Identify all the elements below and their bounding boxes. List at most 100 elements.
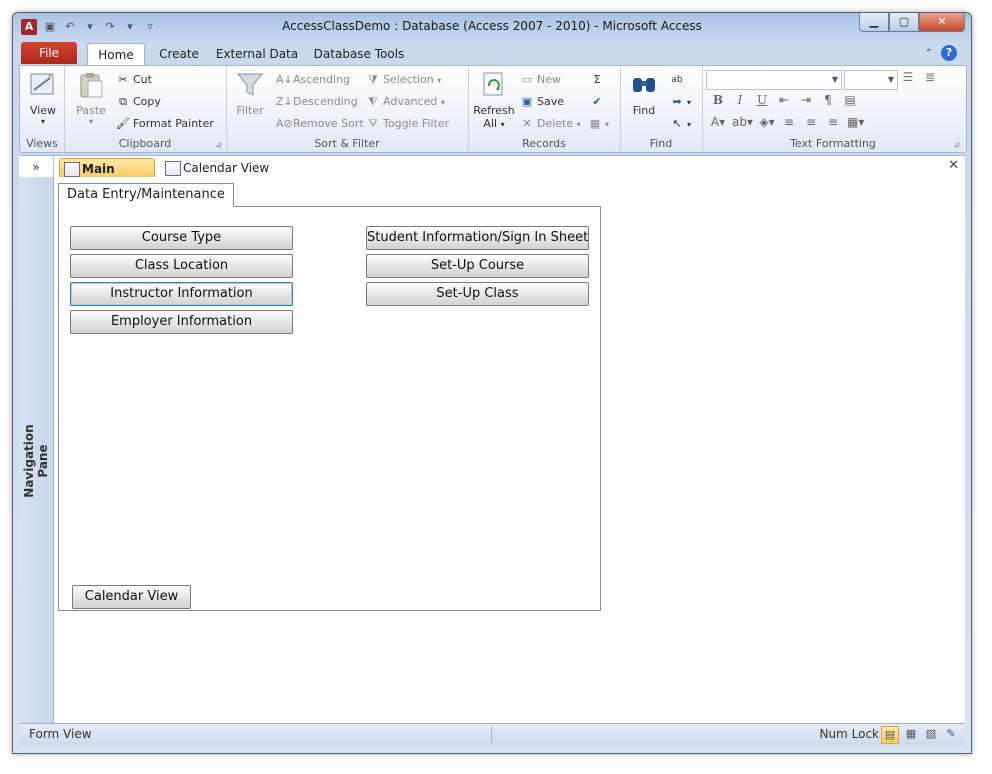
set-up-class-button[interactable]: Set-Up Class xyxy=(366,282,589,306)
align-right-icon[interactable]: ≡ xyxy=(825,115,841,129)
funnel-icon xyxy=(235,70,265,100)
close-button[interactable]: ✕ xyxy=(919,13,965,32)
form-icon xyxy=(165,161,181,176)
advanced-button[interactable]: ⧨ Advanced ▾ xyxy=(366,93,445,111)
window-title: AccessClassDemo : Database (Access 2007 … xyxy=(282,19,702,33)
tab-create[interactable]: Create xyxy=(149,43,209,65)
sort-ascending-icon: A↓ xyxy=(276,73,293,86)
view-switcher: ▤ ▦ ▧ ✎ xyxy=(881,726,959,744)
bullets-icon[interactable]: ☰ xyxy=(900,70,916,84)
toggle-filter-button[interactable]: ⛛ Toggle Filter xyxy=(366,115,449,133)
status-bar: Form View Num Lock ▤ ▦ ▧ ✎ xyxy=(19,723,965,746)
totals-button[interactable]: Σ xyxy=(590,71,607,89)
more-button[interactable]: ▦ ▾ xyxy=(588,115,609,133)
tab-home[interactable]: Home xyxy=(87,43,145,66)
format-painter-button[interactable]: 🖌 Format Painter xyxy=(116,115,214,133)
chevron-down-icon: ▼ xyxy=(831,75,838,84)
cut-button[interactable]: ✂ Cut xyxy=(116,71,152,89)
status-view-mode: Form View xyxy=(29,727,92,741)
selection-button[interactable]: ⧩ Selection ▾ xyxy=(366,71,441,89)
window-controls: ▁ ▢ ✕ xyxy=(859,13,965,32)
group-label-views: Views xyxy=(26,137,58,150)
font-name-combo[interactable]: ▼ xyxy=(706,70,842,90)
doc-tab-calendar-view[interactable]: Calendar View xyxy=(161,158,283,178)
doc-tab-main-menu[interactable]: Main Menu xyxy=(59,158,155,196)
instructor-information-button[interactable]: Instructor Information xyxy=(70,282,293,306)
set-up-course-button[interactable]: Set-Up Course xyxy=(366,254,589,278)
paste-icon xyxy=(76,70,106,100)
student-information-button[interactable]: Student Information/Sign In Sheet xyxy=(366,226,589,250)
help-icon[interactable]: ? xyxy=(941,45,957,61)
layout-view-icon[interactable]: ▧ xyxy=(923,726,939,742)
filter-button[interactable]: Filter xyxy=(232,70,268,117)
tab-external-data[interactable]: External Data xyxy=(213,43,301,65)
refresh-all-button[interactable]: Refresh All ▾ xyxy=(472,70,516,130)
replace-button[interactable]: ab xyxy=(670,71,687,89)
view-design-icon xyxy=(28,70,58,100)
close-icon[interactable]: ✕ xyxy=(948,158,959,173)
status-separator xyxy=(491,726,492,744)
course-type-button[interactable]: Course Type xyxy=(70,226,293,250)
descending-button[interactable]: Z↓Descending xyxy=(276,93,358,111)
font-color-icon[interactable]: A▾ xyxy=(710,115,726,129)
title-bar[interactable]: A ▣ ↶ ▾ ↷ ▾ ▿ AccessClassDemo : Database… xyxy=(13,13,971,41)
fill-color-icon[interactable]: ◈▾ xyxy=(759,115,775,129)
bold-button[interactable]: B xyxy=(710,93,726,107)
font-style-row: B I U ⇤ ⇥ ¶ ▤ xyxy=(710,93,858,107)
align-left-icon[interactable]: ≡ xyxy=(781,115,797,129)
minimize-ribbon-icon[interactable]: ⌃ xyxy=(925,48,933,59)
group-records: Refresh All ▾ ▭ New ▣ Save ✕ Delete ▾ Σ ✔ ▦… xyxy=(468,66,621,152)
font-color-row: A▾ ab▾ ◈▾ ≡ ≡ ≡ ▦▾ xyxy=(710,115,865,129)
italic-button[interactable]: I xyxy=(732,93,748,107)
group-label-records: Records xyxy=(522,137,566,150)
dialog-launcher-icon[interactable]: ⊿ xyxy=(953,140,960,149)
cursor-icon: ↖ xyxy=(672,117,682,130)
nav-pane-toggle[interactable]: » xyxy=(19,156,54,178)
increase-indent-icon[interactable]: ⇥ xyxy=(798,93,814,107)
dialog-launcher-icon[interactable]: ⊿ xyxy=(215,140,222,149)
status-num-lock: Num Lock xyxy=(819,727,879,741)
binoculars-icon xyxy=(629,70,659,100)
navigation-pane[interactable]: Navigation Pane xyxy=(19,177,54,739)
tab-database-tools[interactable]: Database Tools xyxy=(309,43,409,65)
save-icon: ▣ xyxy=(521,95,533,108)
new-record-button[interactable]: ▭ New xyxy=(520,71,561,89)
group-label-clipboard: Clipboard xyxy=(118,137,172,150)
calendar-view-button[interactable]: Calendar View xyxy=(72,585,191,609)
remove-sort-button[interactable]: A⊘Remove Sort xyxy=(276,115,364,133)
minimize-button[interactable]: ▁ xyxy=(859,13,889,32)
view-button[interactable]: View ▾ xyxy=(26,70,60,126)
spelling-check-icon: ✔ xyxy=(592,95,602,108)
find-button[interactable]: Find xyxy=(626,70,662,117)
alternate-row-color-icon[interactable]: ▦▾ xyxy=(847,115,864,129)
copy-button[interactable]: ⧉ Copy xyxy=(116,93,161,111)
employer-information-button[interactable]: Employer Information xyxy=(70,310,293,334)
select-button[interactable]: ↖ ▾ xyxy=(670,115,691,133)
document-tab-bar: » Main Menu Calendar View ✕ xyxy=(19,155,965,196)
paragraph-direction-icon[interactable]: ¶ xyxy=(820,93,836,107)
design-view-icon[interactable]: ✎ xyxy=(943,726,959,742)
group-sort-filter: Filter A↓Ascending Z↓Descending A⊘Remove… xyxy=(226,66,469,152)
align-center-icon[interactable]: ≡ xyxy=(803,115,819,129)
delete-record-button[interactable]: ✕ Delete ▾ xyxy=(520,115,580,133)
underline-button[interactable]: U xyxy=(754,93,770,107)
highlight-icon[interactable]: ab▾ xyxy=(732,115,753,129)
numbering-icon[interactable]: ≣ xyxy=(922,70,938,84)
decrease-indent-icon[interactable]: ⇤ xyxy=(776,93,792,107)
group-label-find: Find xyxy=(649,137,673,150)
form-main-menu: Data Entry/Maintenance Course Type Class… xyxy=(54,177,965,723)
tab-data-entry-maintenance[interactable]: Data Entry/Maintenance xyxy=(58,183,234,207)
form-view-icon[interactable]: ▤ xyxy=(881,726,899,744)
tab-file[interactable]: File xyxy=(21,42,77,64)
datasheet-view-icon[interactable]: ▦ xyxy=(903,726,919,742)
class-location-button[interactable]: Class Location xyxy=(70,254,293,278)
maximize-button[interactable]: ▢ xyxy=(889,13,919,32)
ascending-button[interactable]: A↓Ascending xyxy=(276,71,350,89)
font-size-combo[interactable]: ▼ xyxy=(844,70,898,90)
paste-button[interactable]: Paste ▾ xyxy=(74,70,108,126)
new-record-icon: ▭ xyxy=(521,73,533,86)
spelling-button[interactable]: ✔ xyxy=(590,93,607,111)
go-to-button[interactable]: ➡ ▾ xyxy=(670,93,691,111)
gridlines-icon[interactable]: ▤ xyxy=(842,93,858,107)
save-record-button[interactable]: ▣ Save xyxy=(520,93,564,111)
